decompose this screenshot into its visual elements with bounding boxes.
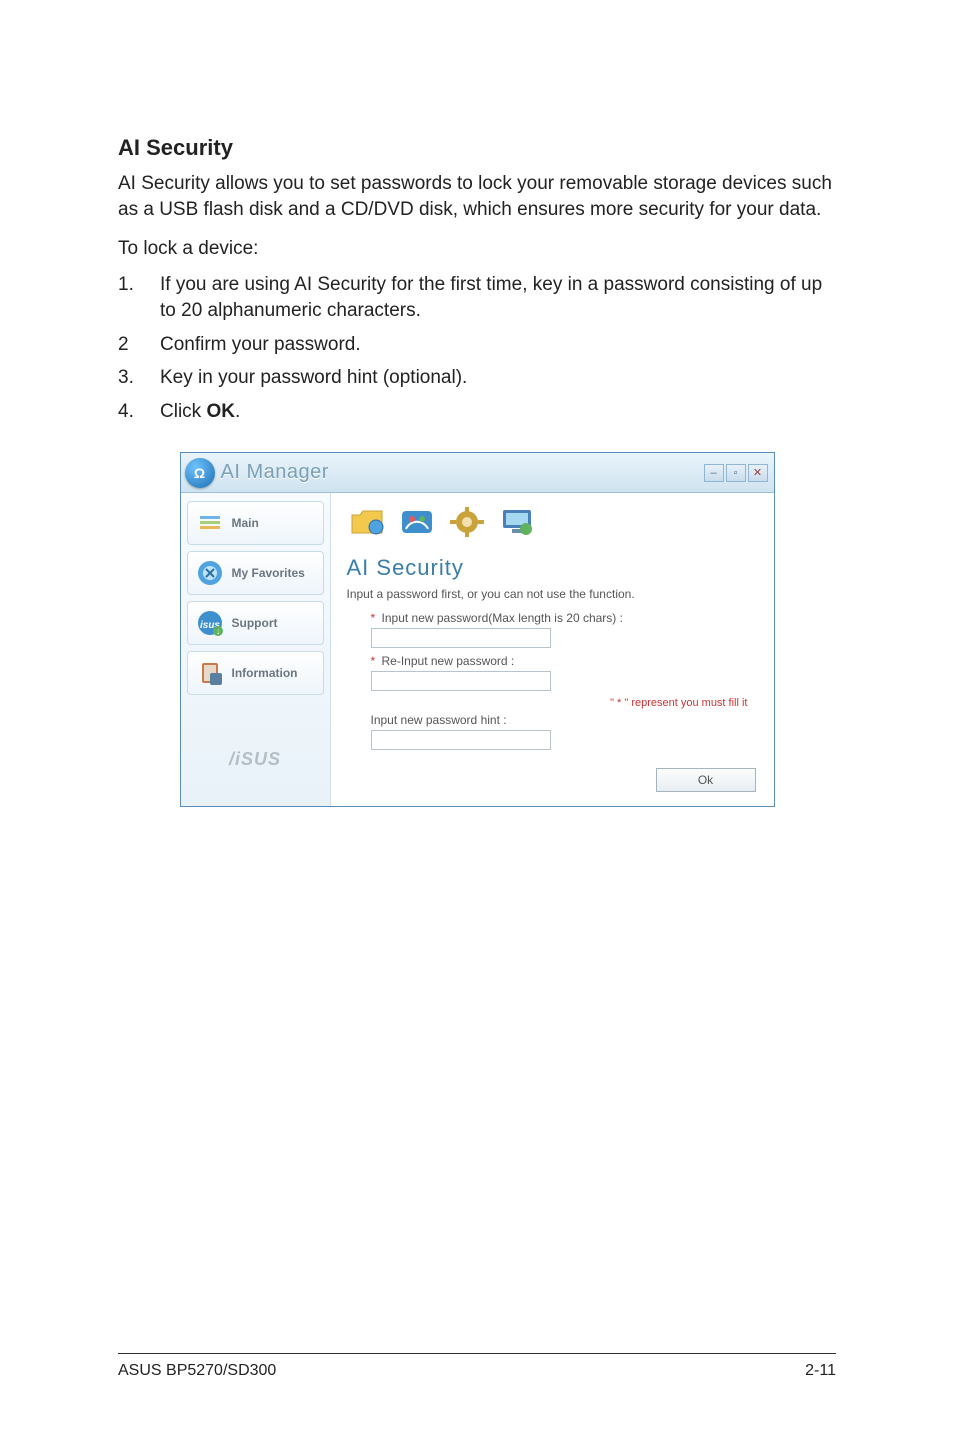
ai-manager-window: Ω AI Manager – ▫ ✕ Main bbox=[180, 452, 775, 807]
sidebar-item-information[interactable]: Information bbox=[187, 651, 324, 695]
step-4: 4. Click OK. bbox=[118, 399, 836, 425]
footer-left: ASUS BP5270/SD300 bbox=[118, 1362, 276, 1380]
favorites-icon bbox=[196, 559, 224, 587]
steps-list: 1. If you are using AI Security for the … bbox=[118, 272, 836, 424]
app-logo-icon: Ω bbox=[185, 458, 215, 488]
step-text: Click OK. bbox=[160, 399, 240, 425]
section-intro: AI Security allows you to set passwords … bbox=[118, 171, 836, 222]
step-2: 2 Confirm your password. bbox=[118, 332, 836, 358]
new-password-input[interactable] bbox=[371, 628, 551, 648]
password-hint-input[interactable] bbox=[371, 730, 551, 750]
password-hint-label: Input new password hint : bbox=[371, 713, 507, 727]
close-button[interactable]: ✕ bbox=[748, 464, 768, 482]
sidebar-item-label: Information bbox=[232, 666, 298, 680]
asus-brand-logo: /‎iSUS bbox=[187, 749, 324, 770]
ok-button[interactable]: Ok bbox=[656, 768, 756, 792]
step-1: 1. If you are using AI Security for the … bbox=[118, 272, 836, 323]
step-num: 2 bbox=[118, 332, 160, 358]
new-password-label: Input new password(Max length is 20 char… bbox=[382, 611, 623, 625]
sidebar-item-main[interactable]: Main bbox=[187, 501, 324, 545]
minimize-button[interactable]: – bbox=[704, 464, 724, 482]
titlebar[interactable]: Ω AI Manager – ▫ ✕ bbox=[181, 453, 774, 493]
password-form: * Input new password(Max length is 20 ch… bbox=[341, 609, 764, 762]
sidebar-item-favorites[interactable]: My Favorites bbox=[187, 551, 324, 595]
svg-text:↓: ↓ bbox=[216, 627, 220, 636]
step-text: Confirm your password. bbox=[160, 332, 361, 358]
step-text: Key in your password hint (optional). bbox=[160, 365, 467, 391]
required-star: * bbox=[371, 611, 376, 625]
step-text-bold: OK bbox=[206, 401, 235, 422]
main-icon bbox=[196, 509, 224, 537]
step-3: 3. Key in your password hint (optional). bbox=[118, 365, 836, 391]
step-text: If you are using AI Security for the fir… bbox=[160, 272, 836, 323]
sidebar-item-support[interactable]: isus↓ Support bbox=[187, 601, 324, 645]
gear-icon[interactable] bbox=[447, 503, 487, 541]
sidebar-item-label: Main bbox=[232, 516, 259, 530]
step-text-suffix: . bbox=[235, 401, 240, 422]
footer-right: 2-11 bbox=[805, 1362, 836, 1380]
panel-subtitle: Input a password first, or you can not u… bbox=[341, 585, 764, 609]
folder-icon[interactable] bbox=[347, 503, 387, 541]
reinput-password-input[interactable] bbox=[371, 671, 551, 691]
sidebar-item-label: My Favorites bbox=[232, 566, 305, 580]
content-panel: AI Security Input a password first, or y… bbox=[331, 493, 774, 806]
support-icon: isus↓ bbox=[196, 609, 224, 637]
maximize-button[interactable]: ▫ bbox=[726, 464, 746, 482]
toolbar bbox=[341, 501, 764, 549]
step-num: 1. bbox=[118, 272, 160, 323]
section-title: AI Security bbox=[118, 135, 836, 161]
step-text-prefix: Click bbox=[160, 401, 206, 422]
page-footer: ASUS BP5270/SD300 2-11 bbox=[118, 1353, 836, 1380]
information-icon bbox=[196, 659, 224, 687]
required-hint-note: " * " represent you must fill it bbox=[371, 697, 748, 709]
step-num: 3. bbox=[118, 365, 160, 391]
panel-title: AI Security bbox=[341, 549, 764, 585]
sidebar: Main My Favorites isus↓ Support bbox=[181, 493, 331, 806]
required-star: * bbox=[371, 654, 376, 668]
sidebar-item-label: Support bbox=[232, 616, 278, 630]
reinput-password-label: Re-Input new password : bbox=[382, 654, 515, 668]
app-title: AI Manager bbox=[221, 461, 329, 484]
monitor-icon[interactable] bbox=[497, 503, 537, 541]
step-num: 4. bbox=[118, 399, 160, 425]
lock-intro: To lock a device: bbox=[118, 238, 836, 260]
meter-icon[interactable] bbox=[397, 503, 437, 541]
